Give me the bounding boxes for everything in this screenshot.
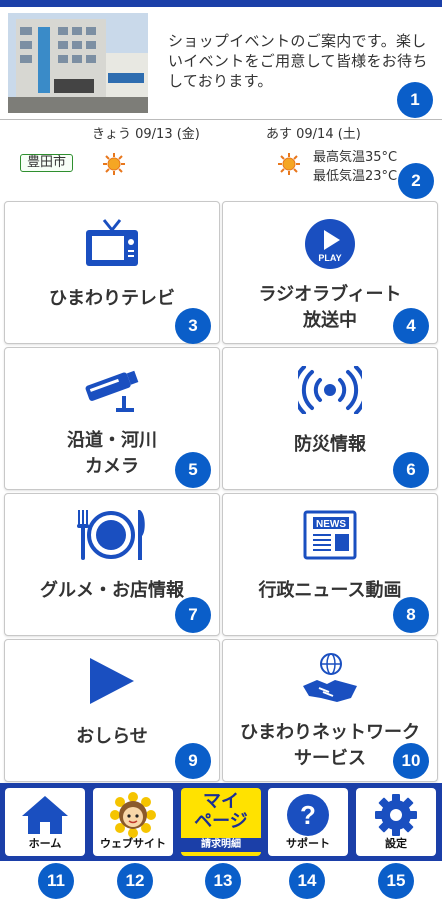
top-accent-bar (0, 0, 442, 7)
badge-12: 12 (117, 863, 153, 899)
high-temp: 最高気温35°C (313, 150, 398, 165)
banner-message: ショップイベントのご案内です。楽しいイベントをご用意して皆様をお待ちしております… (168, 32, 428, 90)
badge-1: 1 (397, 82, 433, 118)
mypage-title: マイ ページ (181, 792, 261, 832)
badge-5: 5 (175, 452, 211, 488)
tomorrow-date: あす 09/14 (土) (266, 127, 361, 142)
nav-website-button[interactable]: ウェブサイト (93, 788, 173, 856)
handshake-icon (223, 652, 437, 710)
weather-panel: きょう 09/13 (金) あす 09/14 (土) 豊田市 最高気温35°C (0, 120, 442, 200)
badge-6: 6 (393, 452, 429, 488)
sunflower-mascot-icon (93, 792, 173, 838)
badge-8: 8 (393, 597, 429, 633)
badge-13: 13 (205, 863, 241, 899)
badge-3: 3 (175, 308, 211, 344)
nav-home-button[interactable]: ホーム (5, 788, 85, 856)
nav-mypage-button[interactable]: マイ ページ 請求明細 (181, 788, 261, 856)
bottom-nav: ホーム ウェブサイト マイ ページ 請求明細 ? サポート 設定 (0, 783, 442, 861)
dining-icon (5, 508, 219, 562)
event-banner[interactable]: ショップイベントのご案内です。楽しいイベントをご用意して皆様をお待ちしております… (0, 7, 442, 120)
temperature-readout: 最高気温35°C 最低気温23°C (313, 148, 397, 186)
triangle-play-icon (5, 654, 219, 708)
badge-11: 11 (38, 863, 74, 899)
badge-14: 14 (289, 863, 325, 899)
badge-4: 4 (393, 308, 429, 344)
play-icon: PLAY (223, 218, 437, 270)
badge-9: 9 (175, 743, 211, 779)
today-date: きょう 09/13 (金) (92, 127, 200, 142)
mypage-title-line1: マイ (203, 791, 239, 812)
svg-text:?: ? (300, 800, 316, 830)
nav-settings-button[interactable]: 設定 (356, 788, 436, 856)
help-icon: ? (268, 793, 348, 837)
gear-icon (356, 793, 436, 837)
home-icon (5, 794, 85, 836)
badge-7: 7 (175, 597, 211, 633)
city-badge[interactable]: 豊田市 (20, 154, 74, 172)
tv-icon (5, 218, 219, 270)
billing-details-label: 請求明細 (181, 838, 261, 852)
mypage-title-line2: ページ (194, 811, 248, 832)
badge-15: 15 (378, 863, 414, 899)
nav-support-button[interactable]: ? サポート (268, 788, 348, 856)
tile-label-line1: ラジオラブィート (258, 284, 402, 305)
tile-label-line1: ひまわりネットワーク (240, 722, 420, 743)
play-text: PLAY (318, 253, 341, 263)
camera-icon (5, 366, 219, 414)
sun-icon (278, 153, 300, 175)
sun-icon (103, 153, 125, 175)
nav-label: ホーム (28, 837, 62, 850)
badge-10: 10 (393, 743, 429, 779)
low-temp: 最低気温23°C (313, 169, 398, 184)
nav-label: 設定 (385, 837, 407, 850)
nav-label: ウェブサイト (100, 837, 166, 850)
news-icon: NEWS (223, 510, 437, 560)
building-photo (8, 13, 148, 113)
broadcast-icon (223, 366, 437, 414)
nav-label: サポート (286, 837, 330, 850)
badge-2: 2 (398, 163, 434, 199)
news-text: NEWS (316, 519, 346, 530)
tile-label-line1: 沿道・河川 (67, 430, 157, 451)
